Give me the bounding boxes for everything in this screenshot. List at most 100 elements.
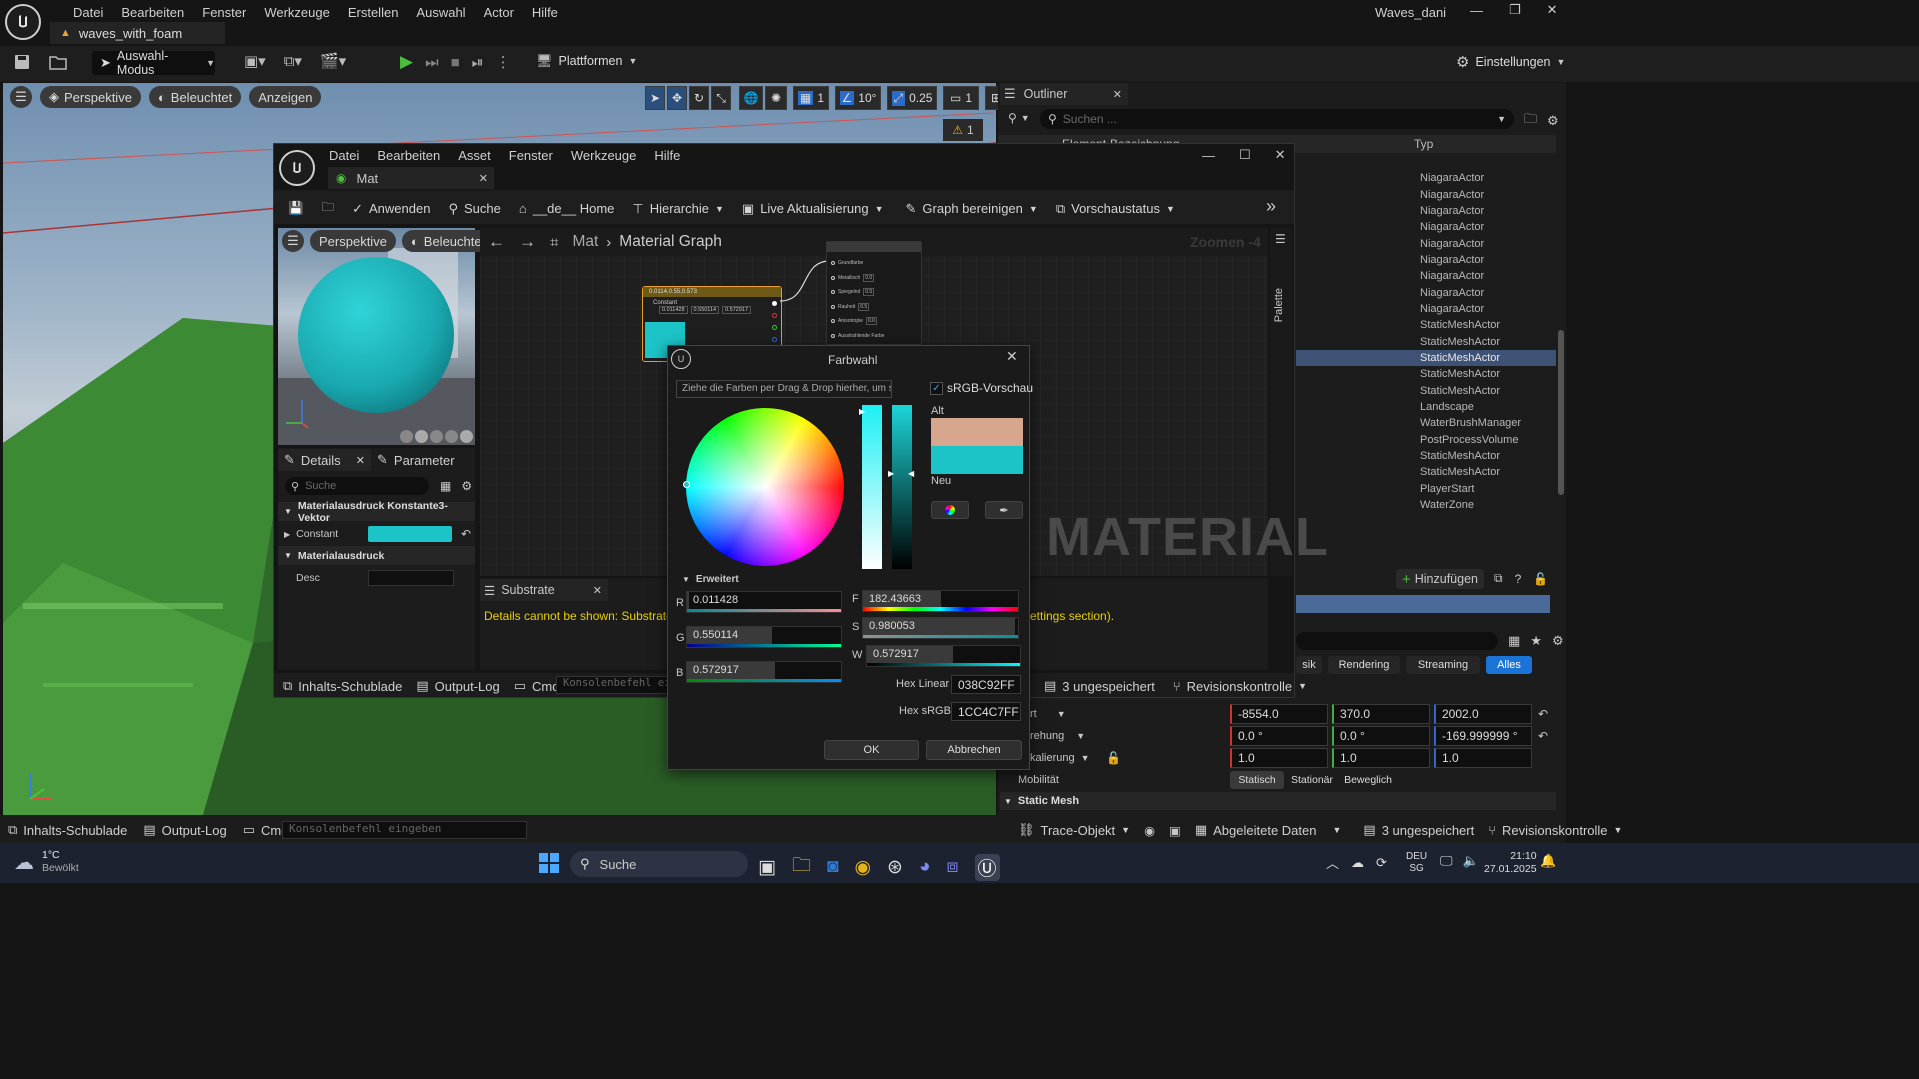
gear-icon[interactable]: ⚙ <box>1552 633 1564 649</box>
lock-scale-icon[interactable]: 🔓 <box>1106 751 1121 765</box>
forward-arrow-icon[interactable]: → <box>519 232 536 252</box>
sync-tray-icon[interactable]: ⟳ <box>1376 855 1387 871</box>
chrome-icon[interactable]: ◉ <box>854 856 871 879</box>
outliner-row[interactable]: PlayerStart <box>1296 481 1556 497</box>
material-preview-viewport[interactable] <box>278 228 475 445</box>
rotation-y[interactable]: 0.0 ° <box>1332 726 1430 746</box>
saturation-slider[interactable]: ▶ <box>859 405 882 569</box>
output-pin-red[interactable] <box>772 313 777 318</box>
pin-value[interactable]: 0.0 <box>863 273 875 282</box>
outliner-row[interactable]: NiagaraActor <box>1296 284 1556 300</box>
filter-tab-physics[interactable]: sik <box>1296 656 1322 674</box>
outliner-row[interactable]: StaticMeshActor <box>1296 464 1556 480</box>
menu-actor[interactable]: Actor <box>475 5 523 20</box>
warning-badge[interactable]: ⚠ 1 <box>943 119 983 141</box>
outlook-icon[interactable]: ◙ <box>827 856 838 878</box>
me-revision-button[interactable]: ⑂ Revisionskontrolle ▼ <box>1173 679 1307 694</box>
step-icon[interactable]: ⏭ <box>425 54 439 71</box>
save-icon[interactable] <box>12 52 32 72</box>
advanced-toggle[interactable]: ▼ Erweitert <box>682 574 739 585</box>
scale-snap-button[interactable]: ⤢ 0.25 <box>887 86 937 110</box>
hex-linear-input[interactable]: 038C92FF <box>951 675 1021 694</box>
console-input[interactable]: Konsolenbefehl eingeben <box>282 821 527 839</box>
me-console-input[interactable]: Konsolenbefehl ein <box>556 676 668 694</box>
viewport-menu-button[interactable]: ☰ <box>10 86 32 108</box>
gear-icon[interactable]: ⚙ <box>461 479 472 493</box>
discord-icon[interactable]: ◕ <box>919 856 930 878</box>
grid-snap-button[interactable]: ▦ 1 <box>793 86 829 110</box>
output-pin-green[interactable] <box>772 325 777 330</box>
node-value-b[interactable]: 0.572917 <box>722 306 752 314</box>
preview-menu-button[interactable]: ☰ <box>282 230 304 252</box>
level-tab[interactable]: ▲ waves_with_foam <box>50 22 225 44</box>
v-slider[interactable]: 0.572917 <box>866 645 1021 667</box>
value-slider[interactable]: ▶ ◀ <box>888 405 914 569</box>
breadcrumb-root[interactable]: Mat <box>572 233 598 251</box>
blueprint-icon[interactable]: ⧉▾ <box>284 52 302 70</box>
chevron-right-icon[interactable]: ▶ <box>284 530 290 539</box>
play-icon[interactable]: ▶ <box>400 52 413 72</box>
gear-icon[interactable]: ⚙ <box>1547 113 1559 129</box>
outliner-row[interactable]: PostProcessVolume <box>1296 432 1556 448</box>
mobility-movable[interactable]: Beweglich <box>1340 771 1396 789</box>
hex-srgb-input[interactable]: 1CC4C7FF <box>951 702 1021 721</box>
result-pin[interactable]: Metallisch 0.0 <box>831 271 921 286</box>
weather-widget[interactable]: ☁ 1°C Bewölkt <box>14 849 79 875</box>
minimize-icon[interactable]: — <box>1470 3 1483 18</box>
outliner-row[interactable]: NiagaraActor <box>1296 268 1556 284</box>
tab-details[interactable]: ✎ Details ✕ <box>278 449 371 471</box>
viewport-lit-button[interactable]: ◐ Beleuchtet <box>148 86 242 108</box>
g-slider[interactable]: 0.550114 <box>686 626 842 648</box>
rotation-x[interactable]: 0.0 ° <box>1230 726 1328 746</box>
outliner-row[interactable]: WaterBrushManager <box>1296 415 1556 431</box>
chevron-up-icon[interactable]: ︿ <box>1326 853 1339 872</box>
outliner-row[interactable]: StaticMeshActor <box>1296 333 1556 349</box>
me-menu-werkzeuge[interactable]: Werkzeuge <box>562 148 646 163</box>
reset-icon[interactable]: ↶ <box>461 527 471 541</box>
lock-icon[interactable]: 🔓 <box>1533 572 1548 586</box>
section-expr-header[interactable]: ▼ Materialausdruck <box>278 546 475 565</box>
select-tool-icon[interactable]: ➤ <box>645 86 665 110</box>
record-icon[interactable]: ◉ <box>1144 823 1155 838</box>
help-icon[interactable]: ? <box>1515 572 1522 586</box>
r-slider[interactable]: 0.011428 <box>686 591 842 613</box>
cancel-button[interactable]: Abbrechen <box>926 740 1022 760</box>
task-view-icon[interactable]: ▣ <box>758 856 776 879</box>
volume-icon[interactable]: 🔈 <box>1463 853 1479 869</box>
viewport-perspective-button[interactable]: ◈ Perspektive <box>40 86 141 108</box>
section-vector-header[interactable]: ▼ Materialausdruck Konstante3-Vektor <box>278 500 475 524</box>
outliner-search-input[interactable]: ⚲ Suchen ... ▼ <box>1040 109 1514 129</box>
cube-shape-icon[interactable] <box>445 430 458 443</box>
me-menu-datei[interactable]: Datei <box>320 148 368 163</box>
outliner-row[interactable]: WaterZone <box>1296 497 1556 513</box>
location-dropdown[interactable]: rt ▼ <box>1030 708 1086 720</box>
outliner-row[interactable]: StaticMeshActor <box>1296 382 1556 398</box>
trace-object-button[interactable]: ⛓ Trace-Objekt ▼ <box>1018 822 1130 838</box>
outliner-row[interactable]: NiagaraActor <box>1296 219 1556 235</box>
details-search-input[interactable] <box>1296 632 1498 650</box>
close-icon[interactable]: ✕ <box>1547 2 1558 18</box>
rotation-dropdown[interactable]: rehung ▼ <box>1030 730 1086 742</box>
surface-snap-icon[interactable]: ✺ <box>765 86 787 110</box>
add-actor-icon[interactable]: ▣▾ <box>244 52 266 70</box>
mobility-stationary[interactable]: Stationär <box>1284 771 1340 789</box>
pin-value[interactable]: 0.5 <box>858 302 870 311</box>
table-icon[interactable]: ▦ <box>440 479 451 493</box>
monitor-icon[interactable]: 🖵 <box>1440 853 1453 869</box>
taskbar-search[interactable]: ⚲ Suche <box>570 851 748 877</box>
outliner-row[interactable]: StaticMeshActor <box>1296 448 1556 464</box>
clean-graph-button[interactable]: ✎ Graph bereinigen ▼ <box>906 201 1038 217</box>
constant-color-swatch[interactable] <box>368 526 452 542</box>
result-pin[interactable]: Rauheit 0.5 <box>831 300 921 315</box>
location-x[interactable]: -8554.0 <box>1230 704 1328 724</box>
me-menu-asset[interactable]: Asset <box>449 148 500 163</box>
color-wheel-handle[interactable] <box>683 481 690 488</box>
close-tab-icon[interactable]: ✕ <box>479 172 488 185</box>
node-value-r[interactable]: 0.011428 <box>659 306 688 314</box>
me-menu-bearbeiten[interactable]: Bearbeiten <box>368 148 449 163</box>
reset-location-icon[interactable]: ↶ <box>1538 707 1548 721</box>
unreal-logo-icon[interactable] <box>5 4 41 40</box>
windows-start-icon[interactable] <box>538 852 560 874</box>
menu-hilfe[interactable]: Hilfe <box>523 5 567 20</box>
pin-value[interactable]: 0.5 <box>863 288 875 297</box>
